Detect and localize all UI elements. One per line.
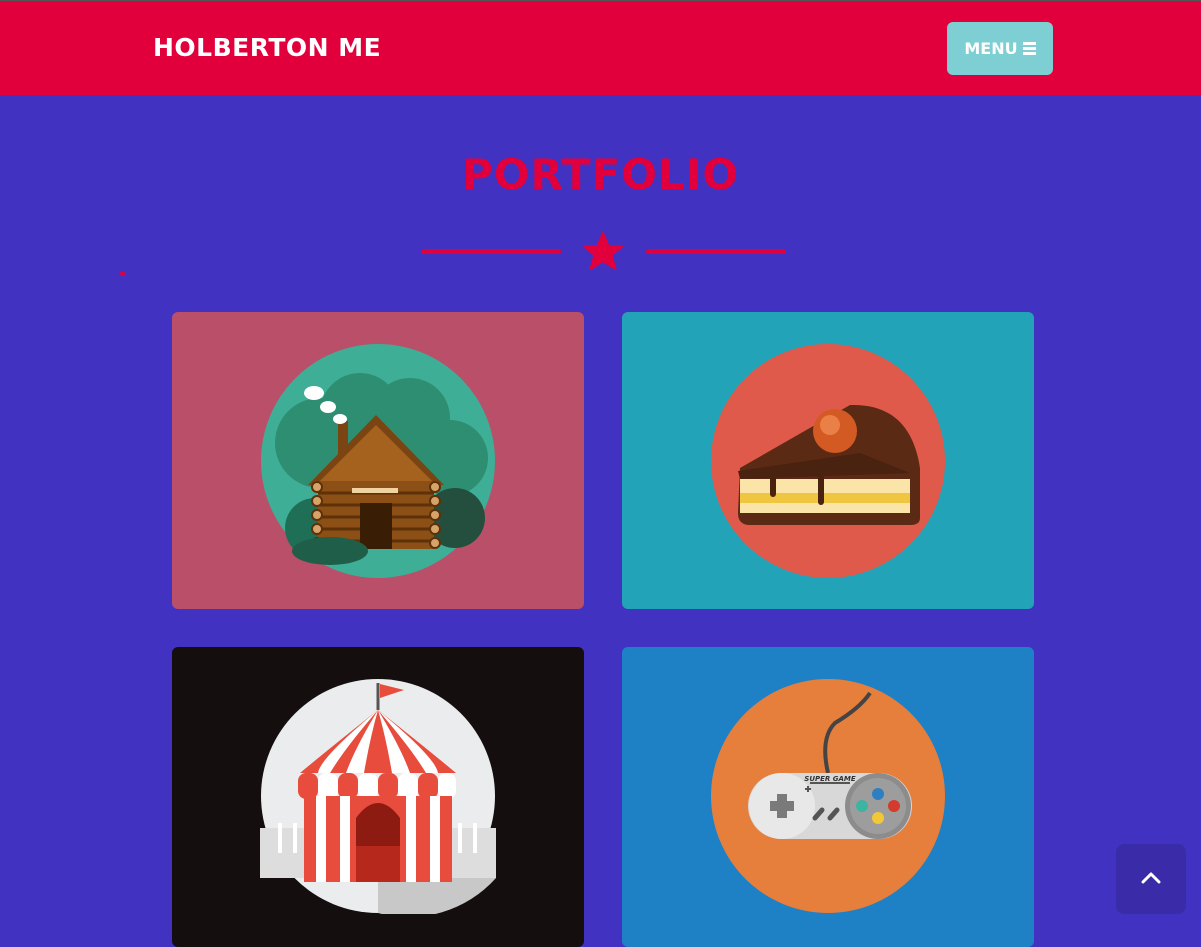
star-icon xyxy=(583,232,623,270)
navbar: HOLBERTON ME MENU xyxy=(0,1,1201,95)
chevron-up-icon xyxy=(1141,872,1161,884)
cake-slice-icon xyxy=(711,344,945,578)
portfolio-item-cake[interactable] xyxy=(622,312,1034,609)
hamburger-icon xyxy=(1022,42,1036,55)
portfolio-item-game[interactable]: SUPER GAME xyxy=(622,647,1034,947)
brand-logo-text[interactable]: HOLBERTON ME xyxy=(153,33,381,62)
portfolio-item-circus[interactable] xyxy=(172,647,584,947)
title-divider xyxy=(0,228,1201,276)
log-cabin-icon xyxy=(261,344,495,578)
divider-line-left xyxy=(421,249,561,254)
game-controller-icon: SUPER GAME xyxy=(711,679,945,913)
decorative-dot xyxy=(120,271,125,276)
menu-button[interactable]: MENU xyxy=(947,22,1053,75)
controller-label: SUPER GAME xyxy=(804,775,856,783)
scroll-to-top-button[interactable] xyxy=(1116,844,1186,914)
circus-tent-icon xyxy=(260,679,496,914)
section-title: PORTFOLIO xyxy=(461,150,740,199)
portfolio-item-cabin[interactable] xyxy=(172,312,584,609)
divider-line-right xyxy=(646,249,786,254)
menu-label: MENU xyxy=(964,39,1018,58)
